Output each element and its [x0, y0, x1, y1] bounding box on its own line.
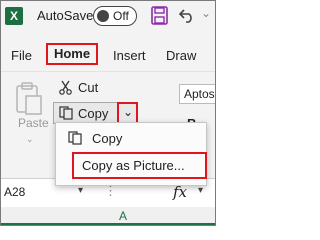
- name-box[interactable]: A28: [4, 185, 25, 199]
- tab-insert[interactable]: Insert: [113, 48, 146, 63]
- tab-draw[interactable]: Draw: [166, 48, 196, 63]
- undo-icon[interactable]: [178, 7, 196, 23]
- tab-home[interactable]: Home: [46, 43, 98, 65]
- menu-item-copy[interactable]: Copy: [56, 127, 206, 151]
- undo-dropdown-icon[interactable]: ⌄: [201, 6, 211, 20]
- font-name-box[interactable]: Aptos: [179, 84, 215, 104]
- menu-item-copy-as-picture-label: Copy as Picture...: [82, 158, 185, 173]
- chevron-down-icon: ⌄: [123, 105, 134, 119]
- tab-file[interactable]: File: [11, 48, 32, 63]
- cut-button[interactable]: Cut: [78, 80, 98, 95]
- menu-item-copy-label: Copy: [92, 131, 123, 146]
- copy-dropdown-menu: Copy Copy as Picture...: [55, 122, 207, 186]
- autosave-state: Off: [113, 9, 129, 23]
- copy-icon: [68, 131, 82, 145]
- column-header-a[interactable]: A: [119, 209, 127, 223]
- formula-bar-expand-icon[interactable]: ▾: [198, 185, 203, 196]
- save-icon[interactable]: [151, 6, 168, 25]
- copy-label: Copy: [78, 106, 109, 121]
- autosave-toggle[interactable]: Off: [93, 6, 137, 26]
- column-header-row: A: [1, 207, 215, 225]
- paste-label[interactable]: Paste: [18, 116, 49, 130]
- title-bar: X AutoSave Off ⌄: [1, 1, 215, 31]
- copy-dropdown-button[interactable]: ⌄: [117, 102, 138, 124]
- selected-column-indicator: [1, 223, 215, 225]
- scissors-icon[interactable]: [59, 80, 72, 95]
- excel-window: X AutoSave Off ⌄ File Home Insert Draw P…: [0, 0, 216, 226]
- name-box-dropdown-icon[interactable]: ▾: [78, 185, 83, 196]
- excel-app-icon: X: [5, 7, 23, 25]
- menu-item-copy-as-picture[interactable]: Copy as Picture...: [72, 152, 207, 179]
- toggle-knob: [97, 10, 109, 22]
- font-name: Aptos: [184, 87, 215, 101]
- autosave-label: AutoSave: [37, 8, 94, 23]
- copy-icon: [59, 106, 73, 120]
- ribbon-tabs: File Home Insert Draw: [1, 39, 215, 69]
- paste-dropdown-icon[interactable]: ⌄: [26, 134, 34, 145]
- paste-icon[interactable]: [15, 82, 43, 116]
